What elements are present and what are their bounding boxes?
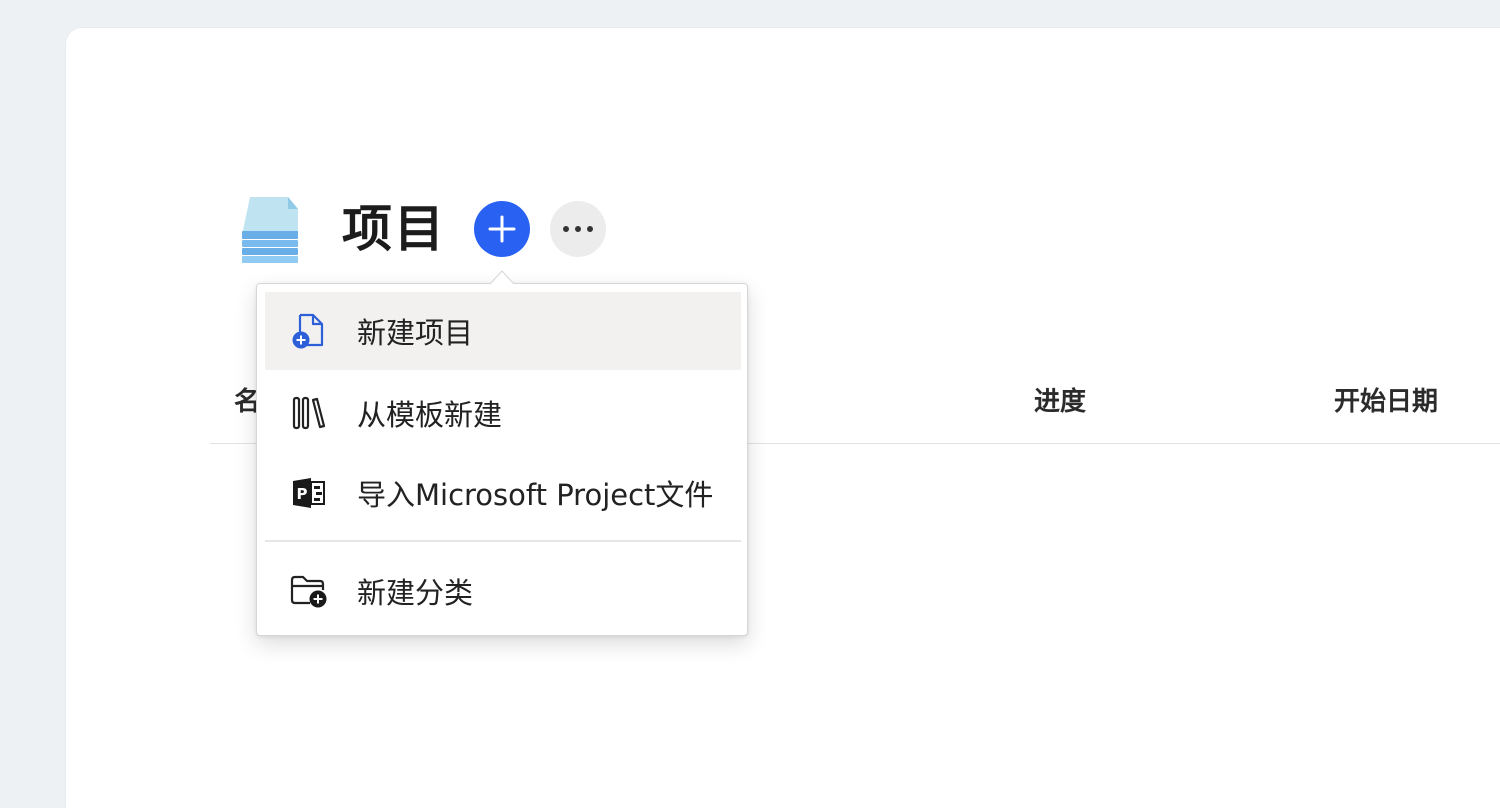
menu-caret [489,270,515,285]
menu-item-label: 从模板新建 [357,398,503,432]
menu-item-import-ms-project[interactable]: P 导入Microsoft Project文件 [265,454,741,532]
ellipsis-icon [563,226,593,232]
microsoft-project-icon: P [289,473,329,513]
stacked-documents-icon [240,195,302,265]
menu-item-label: 导入Microsoft Project文件 [357,478,714,512]
menu-item-label: 新建分类 [357,576,474,610]
new-folder-icon [289,571,329,611]
menu-item-new-from-template[interactable]: 从模板新建 [265,374,741,452]
new-document-icon [289,311,329,351]
menu-item-new-category[interactable]: 新建分类 [265,552,741,630]
template-library-icon [289,393,329,433]
menu-item-label: 新建项目 [357,316,474,350]
menu-separator [265,540,741,542]
add-button[interactable] [474,201,530,257]
svg-text:P: P [297,485,308,503]
new-item-dropdown-menu: 新建项目 从模板新建 P 导入Microsoft Project文件 新建分类 [256,283,748,636]
page-title: 项目 [342,200,446,258]
plus-icon [488,215,516,243]
column-header-progress[interactable]: 进度 [1034,384,1086,420]
more-options-button[interactable] [550,201,606,257]
menu-item-new-project[interactable]: 新建项目 [265,292,741,370]
column-header-start-date[interactable]: 开始日期 [1334,384,1438,420]
